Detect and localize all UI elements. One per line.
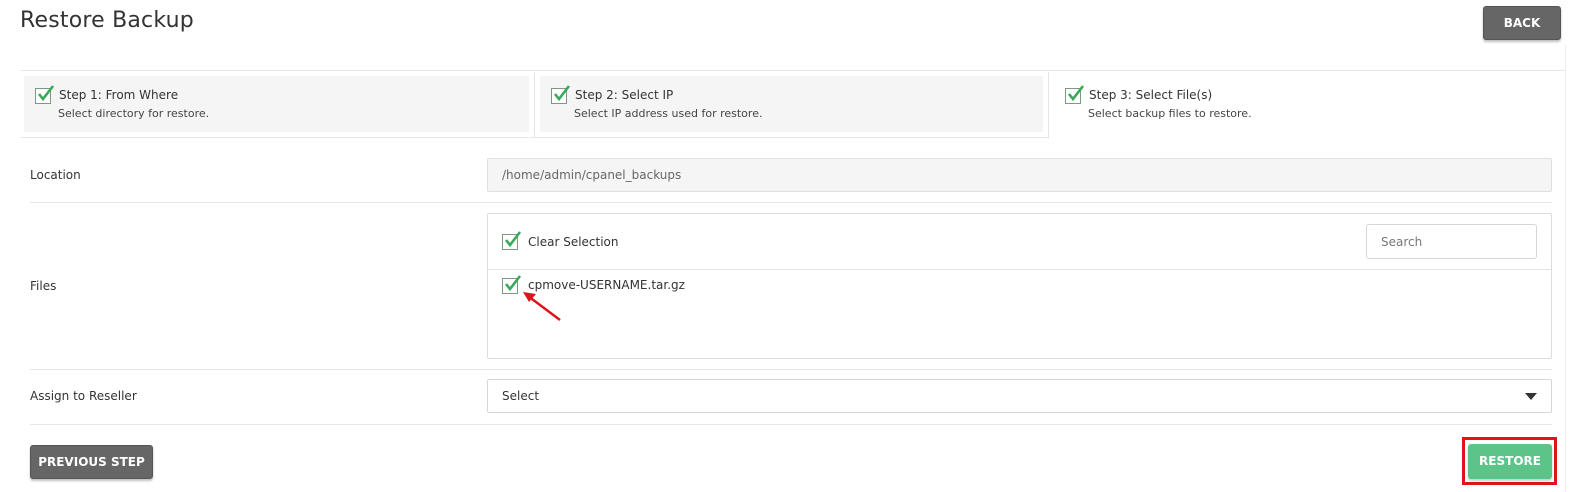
row-divider — [30, 202, 1552, 203]
step-description: Select IP address used for restore. — [574, 107, 763, 120]
page-title: Restore Backup — [20, 8, 194, 33]
clear-selection-label[interactable]: Clear Selection — [528, 235, 619, 249]
files-panel: Clear Selection cpmove-USERNAME.tar.gz — [487, 213, 1552, 359]
file-checkbox[interactable] — [502, 275, 522, 294]
location-label: Location — [30, 168, 81, 182]
row-divider — [30, 369, 1552, 370]
caret-down-icon — [1525, 393, 1537, 400]
location-field: /home/admin/cpanel_backups — [487, 158, 1552, 192]
steps-divider — [20, 137, 1048, 138]
row-divider — [30, 424, 1552, 425]
restore-backup-page: Restore Backup BACK Step 1: From Where S… — [0, 0, 1586, 492]
reseller-label: Assign to Reseller — [30, 389, 137, 403]
restore-button[interactable]: RESTORE — [1468, 444, 1552, 479]
step-description: Select backup files to restore. — [1088, 107, 1252, 120]
step-divider — [1048, 72, 1049, 138]
back-button[interactable]: BACK — [1483, 6, 1561, 40]
wizard-step-3[interactable]: Step 3: Select File(s) Select backup fil… — [1054, 76, 1559, 132]
step-title: Step 2: Select IP — [575, 88, 674, 102]
checkbox-checked-icon — [35, 85, 55, 104]
step-description: Select directory for restore. — [58, 107, 210, 120]
step-divider — [534, 72, 535, 138]
checkbox-checked-icon — [1065, 85, 1085, 104]
reseller-select[interactable]: Select — [487, 379, 1552, 413]
page-edge-divider — [1565, 45, 1566, 492]
previous-step-button[interactable]: PREVIOUS STEP — [30, 445, 153, 479]
clear-selection-checkbox[interactable] — [502, 231, 522, 250]
files-label: Files — [30, 279, 57, 293]
wizard-step-2[interactable]: Step 2: Select IP Select IP address used… — [540, 76, 1043, 132]
step-title: Step 3: Select File(s) — [1089, 88, 1213, 102]
checkbox-checked-icon — [551, 85, 571, 104]
header-divider — [20, 70, 1565, 71]
search-input[interactable] — [1366, 224, 1537, 259]
files-header-divider — [488, 269, 1551, 270]
step-title: Step 1: From Where — [59, 88, 179, 102]
annotation-arrow-icon — [523, 292, 561, 321]
wizard-step-1[interactable]: Step 1: From Where Select directory for … — [24, 76, 529, 132]
reseller-select-value: Select — [502, 389, 540, 403]
